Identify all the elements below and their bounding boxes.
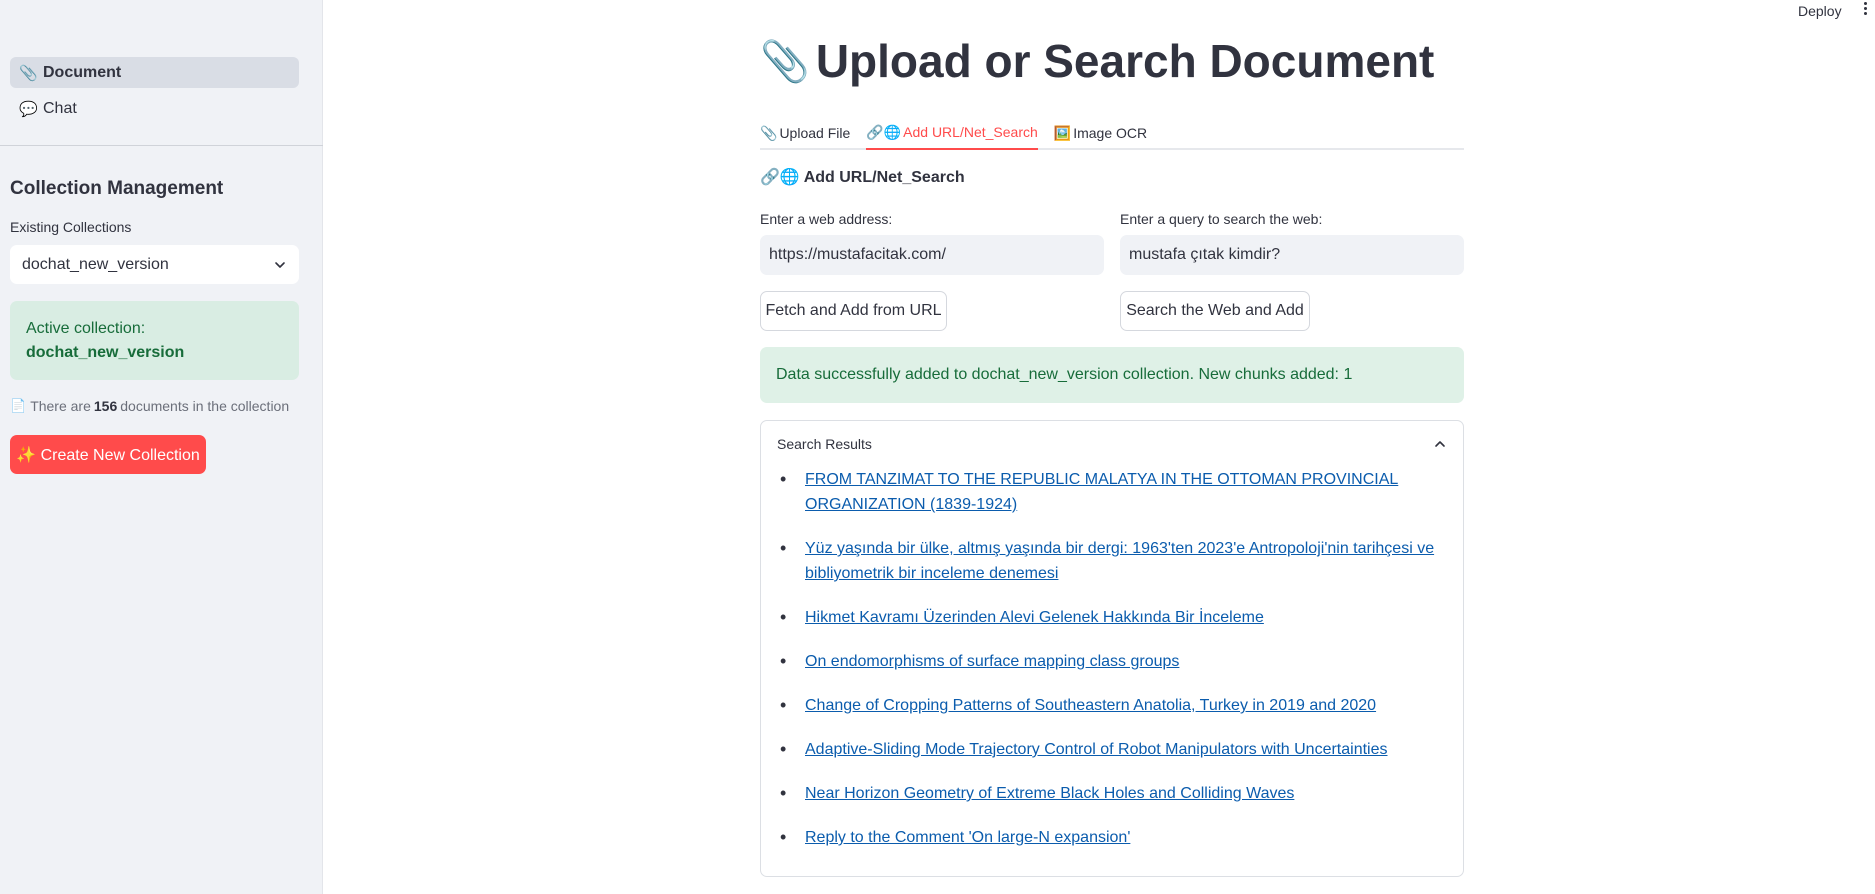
nav-item-label: Document <box>43 63 122 81</box>
list-item: Reply to the Comment 'On large-N expansi… <box>777 825 1443 850</box>
result-link[interactable]: Change of Cropping Patterns of Southeast… <box>805 697 1376 714</box>
paperclip-icon: 📎 <box>760 124 778 141</box>
list-item: On endomorphisms of surface mapping clas… <box>777 649 1443 674</box>
list-item: Near Horizon Geometry of Extreme Black H… <box>777 781 1443 806</box>
tab-label: Image OCR <box>1073 125 1148 141</box>
search-results-header[interactable]: Search Results <box>761 421 1463 467</box>
result-link[interactable]: Adaptive-Sliding Mode Trajectory Control… <box>805 741 1388 758</box>
active-collection-name: dochat_new_version <box>26 344 185 361</box>
collection-select[interactable]: dochat_new_version <box>10 245 299 284</box>
active-collection-alert: Active collection: dochat_new_version <box>10 301 299 380</box>
list-item: Adaptive-Sliding Mode Trajectory Control… <box>777 737 1443 762</box>
search-web-button[interactable]: Search the Web and Add <box>1120 291 1310 331</box>
sidebar-nav: 📎 Document 💬 Chat <box>10 57 299 129</box>
result-link[interactable]: Reply to the Comment 'On large-N expansi… <box>805 829 1130 846</box>
paperclip-icon: 📎 <box>19 64 38 82</box>
url-input[interactable] <box>760 235 1104 275</box>
result-link[interactable]: FROM TANZIMAT TO THE REPUBLIC MALATYA IN… <box>805 471 1398 513</box>
more-options-icon[interactable] <box>1862 2 1868 18</box>
deploy-button[interactable]: Deploy <box>1798 3 1842 19</box>
link-globe-icon: 🔗🌐 <box>866 123 902 140</box>
sidebar-divider <box>0 145 323 146</box>
paperclip-icon: 📎 <box>760 39 810 84</box>
tab-add-url-net-search[interactable]: 🔗🌐 Add URL/Net_Search <box>866 116 1038 150</box>
search-results-title: Search Results <box>777 436 872 452</box>
nav-item-chat[interactable]: 💬 Chat <box>10 93 299 124</box>
page-icon: 📄 <box>10 398 27 413</box>
doc-count-prefix: There are <box>30 398 91 414</box>
fetch-url-button[interactable]: Fetch and Add from URL <box>760 291 947 331</box>
active-collection-prefix: Active collection: <box>26 320 146 337</box>
doc-count-suffix: documents in the collection <box>120 398 290 414</box>
picture-icon: 🖼️ <box>1053 124 1072 141</box>
result-link[interactable]: On endomorphisms of surface mapping clas… <box>805 653 1179 670</box>
doc-count-value: 156 <box>93 398 118 414</box>
page-title-text: Upload or Search Document <box>815 35 1435 87</box>
collection-select-value: dochat_new_version <box>22 255 169 273</box>
list-item: Yüz yaşında bir ülke, altmış yaşında bir… <box>777 536 1443 586</box>
list-item: FROM TANZIMAT TO THE REPUBLIC MALATYA IN… <box>777 467 1443 517</box>
tab-upload-file[interactable]: 📎 Upload File <box>760 116 850 150</box>
create-new-collection-button[interactable]: ✨ Create New Collection <box>10 435 206 474</box>
tab-image-ocr[interactable]: 🖼️ Image OCR <box>1054 116 1147 150</box>
chevron-up-icon <box>1435 441 1445 447</box>
tab-bar: 📎 Upload File 🔗🌐 Add URL/Net_Search 🖼️ I… <box>760 116 1464 150</box>
section-title: 🔗🌐 Add URL/Net_Search <box>760 169 965 186</box>
speech-bubble-icon: 💬 <box>19 100 38 118</box>
result-link[interactable]: Hikmet Kavramı Üzerinden Alevi Gelenek H… <box>805 609 1264 626</box>
chevron-down-icon <box>275 261 285 268</box>
search-results-expander: Search Results FROM TANZIMAT TO THE REPU… <box>760 420 1464 877</box>
search-results-list: FROM TANZIMAT TO THE REPUBLIC MALATYA IN… <box>761 467 1463 850</box>
success-alert: Data successfully added to dochat_new_ve… <box>760 347 1464 403</box>
result-link[interactable]: Yüz yaşında bir ülke, altmış yaşında bir… <box>805 540 1434 582</box>
page-title: 📎 Upload or Search Document <box>760 34 1434 88</box>
url-field-label: Enter a web address: <box>760 211 893 227</box>
query-field-label: Enter a query to search the web: <box>1120 211 1323 227</box>
list-item: Hikmet Kavramı Üzerinden Alevi Gelenek H… <box>777 605 1443 630</box>
document-count-text: 📄 There are 156 documents in the collect… <box>10 398 289 414</box>
tab-label: Upload File <box>779 125 851 141</box>
sidebar: 📎 Document 💬 Chat Collection Management … <box>0 0 323 894</box>
collection-management-title: Collection Management <box>10 178 224 199</box>
existing-collections-label: Existing Collections <box>10 219 132 235</box>
tab-label: Add URL/Net_Search <box>903 124 1038 140</box>
list-item: Change of Cropping Patterns of Southeast… <box>777 693 1443 718</box>
result-link[interactable]: Near Horizon Geometry of Extreme Black H… <box>805 785 1294 802</box>
success-message: Data successfully added to dochat_new_ve… <box>776 366 1353 383</box>
nav-item-document[interactable]: 📎 Document <box>10 57 299 88</box>
query-input[interactable] <box>1120 235 1464 275</box>
nav-item-label: Chat <box>43 99 77 117</box>
